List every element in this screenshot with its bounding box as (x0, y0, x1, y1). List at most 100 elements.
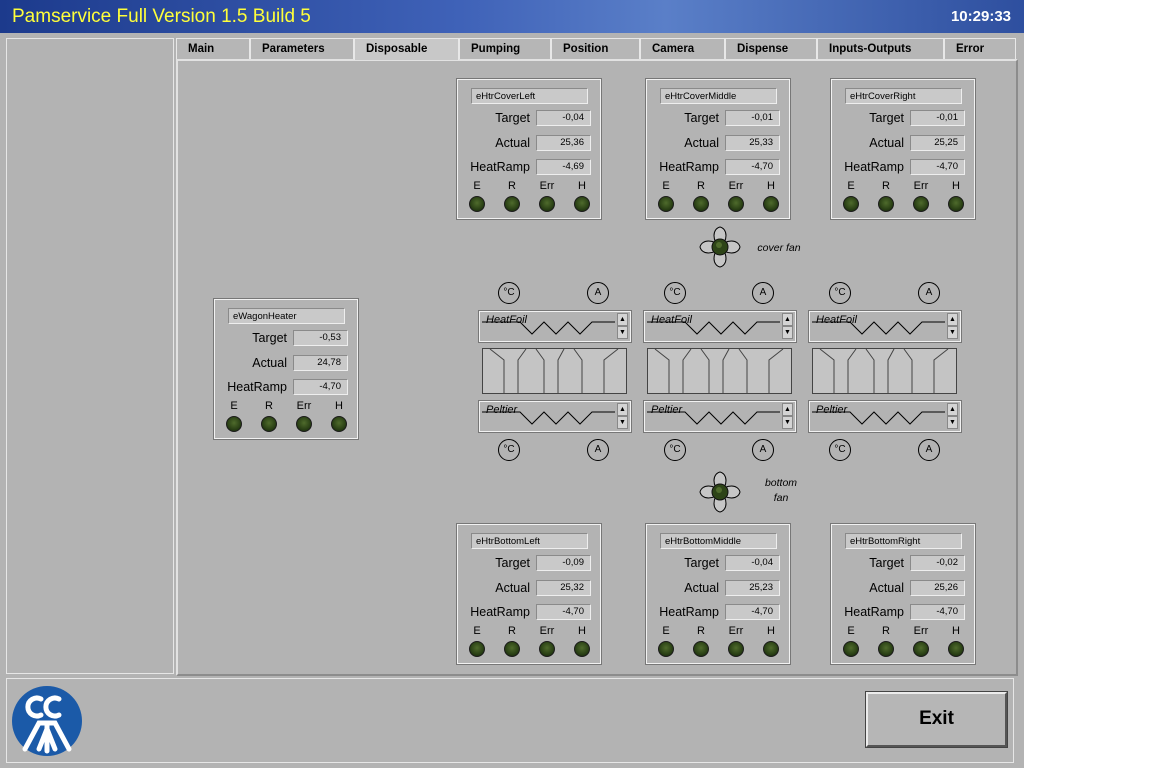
target-value: -0,04 (725, 555, 780, 571)
led-h-label: H (767, 180, 775, 192)
tab-control: Main Parameters Disposable Pumping Posit… (176, 38, 1018, 676)
peltier-label-right: Peltier (816, 404, 848, 416)
actual-value: 25,32 (536, 580, 591, 596)
led-e-indicator (658, 196, 674, 212)
target-value: -0,02 (910, 555, 965, 571)
actual-label: Actual (495, 581, 530, 595)
peltier-control-right[interactable]: Peltier ▲ ▼ (808, 400, 962, 433)
heatfoil-control-right[interactable]: HeatFoil ▲ ▼ (808, 310, 962, 343)
led-h-label: H (578, 625, 586, 637)
led-err-indicator (539, 196, 555, 212)
disposable-channel-middle (647, 348, 792, 394)
spin-up-icon[interactable]: ▲ (947, 403, 958, 416)
led-err-indicator (913, 196, 929, 212)
tab-dispense[interactable]: Dispense (725, 38, 817, 59)
spin-down-icon[interactable]: ▼ (617, 326, 628, 339)
tab-inputs-outputs[interactable]: Inputs-Outputs (817, 38, 944, 59)
spinner-middle-heatfoil[interactable]: ▲ ▼ (782, 313, 793, 340)
disposable-channel-right (812, 348, 957, 394)
led-err-indicator (913, 641, 929, 657)
spin-up-icon[interactable]: ▲ (782, 313, 793, 326)
peltier-control-middle[interactable]: Peltier ▲ ▼ (643, 400, 797, 433)
heatramp-label: HeatRamp (659, 160, 719, 174)
tab-error[interactable]: Error (944, 38, 1016, 59)
tab-position[interactable]: Position (551, 38, 640, 59)
led-err-indicator (296, 416, 312, 432)
actual-label: Actual (869, 581, 904, 595)
heatramp-value: -4,70 (536, 604, 591, 620)
exit-button[interactable]: Exit (865, 691, 1008, 748)
spinner-left-peltier[interactable]: ▲ ▼ (617, 403, 628, 430)
led-err-label: Err (296, 400, 312, 412)
spin-up-icon[interactable]: ▲ (782, 403, 793, 416)
spinner-left-heatfoil[interactable]: ▲ ▼ (617, 313, 628, 340)
heatfoil-control-left[interactable]: HeatFoil ▲ ▼ (478, 310, 632, 343)
heater-name-field: eHtrBottomMiddle (660, 533, 777, 549)
app-title: Pamservice Full Version 1.5 Build 5 (12, 6, 311, 27)
target-value: -0,01 (910, 110, 965, 126)
actual-label: Actual (869, 136, 904, 150)
led-e-indicator (226, 416, 242, 432)
heatfoil-control-middle[interactable]: HeatFoil ▲ ▼ (643, 310, 797, 343)
spinner-right-peltier[interactable]: ▲ ▼ (947, 403, 958, 430)
heatramp-value: -4,70 (293, 379, 348, 395)
actual-value: 25,25 (910, 135, 965, 151)
led-h-indicator (331, 416, 347, 432)
spin-up-icon[interactable]: ▲ (617, 313, 628, 326)
spin-down-icon[interactable]: ▼ (947, 326, 958, 339)
tab-disposable[interactable]: Disposable (354, 38, 459, 60)
led-r-indicator (878, 196, 894, 212)
heatfoil-temp-indicator-left: °C (498, 282, 520, 304)
application-window: Pamservice Full Version 1.5 Build 5 10:2… (0, 0, 1024, 768)
led-r-label: R (697, 180, 705, 192)
tab-camera[interactable]: Camera (640, 38, 725, 59)
heatfoil-label-middle: HeatFoil (651, 314, 692, 326)
spin-down-icon[interactable]: ▼ (782, 416, 793, 429)
side-panel (6, 38, 174, 674)
heater-name-field: eHtrCoverRight (845, 88, 962, 104)
heatramp-label: HeatRamp (227, 380, 287, 394)
spin-up-icon[interactable]: ▲ (617, 403, 628, 416)
bottom-bar: Exit (6, 678, 1014, 763)
spinner-middle-peltier[interactable]: ▲ ▼ (782, 403, 793, 430)
target-label: Target (684, 111, 719, 125)
led-e-indicator (469, 196, 485, 212)
peltier-current-indicator-left: A (587, 439, 609, 461)
spin-down-icon[interactable]: ▼ (782, 326, 793, 339)
disposable-tab-panel: eHtrCoverLeft Target -0,04 Actual 25,36 HeatR… (176, 59, 1018, 676)
spin-down-icon[interactable]: ▼ (617, 416, 628, 429)
peltier-control-left[interactable]: Peltier ▲ ▼ (478, 400, 632, 433)
heater-module-bottom-right: eHtrBottomRight Target -0,02 Actual 25,26 Hea… (830, 523, 976, 665)
led-h-indicator (763, 196, 779, 212)
company-logo (12, 686, 82, 756)
peltier-temp-indicator-middle: °C (664, 439, 686, 461)
target-label: Target (252, 331, 287, 345)
heater-module-bottom-left: eHtrBottomLeft Target -0,09 Actual 25,32 Heat… (456, 523, 602, 665)
spin-down-icon[interactable]: ▼ (947, 416, 958, 429)
heater-name-field: eHtrBottomLeft (471, 533, 588, 549)
disposable-channel-left (482, 348, 627, 394)
led-e-indicator (843, 641, 859, 657)
spinner-right-heatfoil[interactable]: ▲ ▼ (947, 313, 958, 340)
heater-module-wagon: eWagonHeater Target -0,53 Actual 24,78 HeatRa… (213, 298, 359, 440)
led-h-indicator (574, 641, 590, 657)
heatramp-value: -4,70 (910, 604, 965, 620)
tab-pumping[interactable]: Pumping (459, 38, 551, 59)
led-r-indicator (504, 196, 520, 212)
led-h-label: H (952, 625, 960, 637)
heatramp-value: -4,69 (536, 159, 591, 175)
led-e-indicator (843, 196, 859, 212)
actual-value: 25,36 (536, 135, 591, 151)
spin-up-icon[interactable]: ▲ (947, 313, 958, 326)
tab-main[interactable]: Main (176, 38, 250, 59)
led-r-label: R (265, 400, 273, 412)
tab-parameters[interactable]: Parameters (250, 38, 354, 59)
peltier-label-middle: Peltier (651, 404, 683, 416)
heatramp-value: -4,70 (725, 159, 780, 175)
actual-label: Actual (495, 136, 530, 150)
led-e-label: E (230, 400, 238, 412)
led-e-label: E (662, 180, 670, 192)
led-r-indicator (504, 641, 520, 657)
led-err-label: Err (728, 180, 744, 192)
led-r-label: R (697, 625, 705, 637)
